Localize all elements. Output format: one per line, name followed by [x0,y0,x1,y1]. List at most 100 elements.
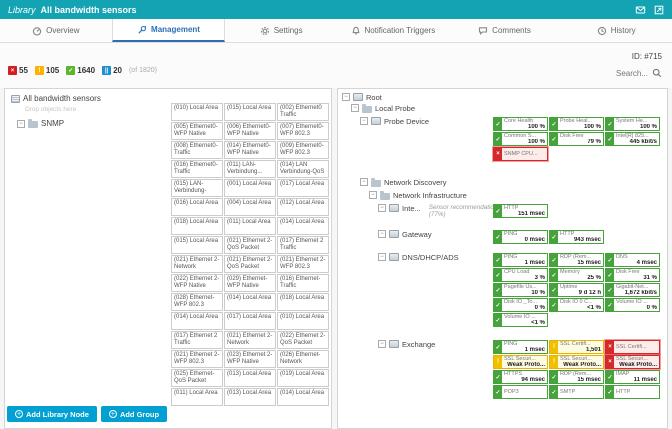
sensor-chip[interactable]: ✓ Disk IO 0 C... <1 % [549,298,604,312]
library-sensor-item[interactable]: (017) Local Area [277,179,329,197]
library-sensor-item[interactable]: (014) Local Area [277,388,329,406]
library-sensor-item[interactable]: (010) Local Area [277,312,329,330]
library-sensor-item[interactable]: (006) Ethernet0-WFP Native [224,122,276,140]
library-sensor-item[interactable]: (022) Ethernet 2-QoS Packet [277,331,329,349]
collapse-icon[interactable]: − [360,117,368,125]
sensor-chip[interactable]: ✓ Volume IO ... 0 % [605,298,660,312]
collapse-icon[interactable]: − [360,178,368,186]
tab-settings[interactable]: Settings [225,19,337,42]
search-input[interactable] [578,68,648,78]
library-sensor-item[interactable]: (016) Ethernet-Traffic [277,274,329,292]
library-sensor-item[interactable]: (002) Ethernet0 Traffic [277,103,329,121]
library-sensor-item[interactable]: (028) Ethernet-WFP 802.3 [171,293,223,311]
library-sensor-item[interactable]: (026) Ethernet-Network [277,350,329,368]
sensor-chip[interactable]: ! SSL Securi... Weak Proto... [549,355,604,369]
library-sensor-item[interactable]: (013) Local Area [224,369,276,387]
tree-node-label[interactable]: − Root [340,93,665,102]
sensor-chip[interactable]: ✓ PING 1 msec [493,253,548,267]
sensor-chip[interactable]: ✓ Probe Heal... 100 % [549,117,604,131]
sensor-chip[interactable]: ! SSL Securi... Weak Proto... [493,355,548,369]
add-library-node-button[interactable]: + Add Library Node [7,406,97,422]
library-sensor-item[interactable]: (015) Local Area [171,236,223,254]
library-sensor-item[interactable]: (015) Local Area [224,103,276,121]
sensor-chip[interactable]: ✓ Memory 25 % [549,268,604,282]
library-sensor-item[interactable]: (010) Local Area [171,103,223,121]
library-sensor-item[interactable]: (021) Ethernet 2-QoS Packet [224,255,276,273]
tree-node-label[interactable]: − Network Discovery [340,178,665,187]
sensor-chip[interactable]: ✓ Disk Free 31 % [605,268,660,282]
library-sensor-item[interactable]: (021) Ethernet 2-WFP 802.3 [171,350,223,368]
library-sensor-item[interactable]: (014) Ethernet0-WFP Native [224,141,276,159]
library-sensor-item[interactable]: (011) Local Area [224,217,276,235]
library-sensor-item[interactable]: (001) Local Area [224,179,276,197]
sensor-chip[interactable]: ✓ Common S... 100 % [493,132,548,146]
library-sensor-item[interactable]: (015) LAN-Verbindung- [171,179,223,197]
library-sensor-item[interactable]: (014) Local Area [277,217,329,235]
collapse-icon[interactable]: − [342,93,350,101]
library-root-node[interactable]: All bandwidth sensors [11,94,331,103]
mail-icon[interactable] [635,5,646,15]
library-sensor-item[interactable]: (018) Local Area [277,293,329,311]
library-sensor-item[interactable]: (018) Local Area [171,217,223,235]
library-sensor-item[interactable]: (017) Ethernet 2 Traffic [277,236,329,254]
library-sensor-item[interactable]: (004) Local Area [224,198,276,216]
sensor-chip[interactable]: ✓ Disk Free 79 % [549,132,604,146]
collapse-icon[interactable]: − [378,340,386,348]
sensor-chip[interactable]: ✓ Gigabit-Net... 1,672 kbit/s [605,283,660,297]
status-count-paused[interactable]: || 20 [102,66,122,75]
collapse-icon[interactable]: − [378,204,386,212]
tab-history[interactable]: History [560,19,672,42]
library-sensor-item[interactable]: (021) Ethernet 2-QoS Packet [224,236,276,254]
sensor-chip[interactable]: ✓ HTTP [605,385,660,399]
add-group-button[interactable]: + Add Group [100,406,168,422]
sensor-chip[interactable]: ✓ IMAP 11 msec [605,370,660,384]
library-sensor-item[interactable]: (014) LAN Verbindung-QoS [277,160,329,178]
library-sensor-item[interactable]: (022) Ethernet 2-WFP Native [171,274,223,292]
sensor-chip[interactable]: ✓ HTTP 151 msec [493,204,548,218]
library-sensor-item[interactable]: (016) Local Area [171,198,223,216]
sensor-chip[interactable]: ✓ RDP (Rem... 15 msec [549,253,604,267]
status-count-warning[interactable]: ! 105 [34,66,59,75]
library-sensor-item[interactable]: (019) Local Area [277,369,329,387]
sensor-chip[interactable]: ✓ System He... 100 % [605,117,660,131]
sensor-chip[interactable]: ✓ Volume IO ... <1 % [493,313,548,327]
sensor-chip[interactable]: ✓ Uptime 9 d 12 h [549,283,604,297]
status-count-down[interactable]: × 55 [8,66,28,75]
sensor-chip[interactable]: ✓ CPU Load 3 % [493,268,548,282]
sensor-chip[interactable]: ✓ DNS 4 msec [605,253,660,267]
collapse-icon[interactable]: − [378,253,386,261]
library-sensor-item[interactable]: (008) Ethernet0-Traffic [171,141,223,159]
library-sensor-item[interactable]: (017) Local Area [224,312,276,330]
sensor-chip[interactable]: ✓ HTTP 943 msec [549,230,604,244]
sensor-chip[interactable]: ✓ SMTP [549,385,604,399]
collapse-icon[interactable]: − [17,119,25,128]
open-window-icon[interactable] [654,5,664,15]
sensor-chip[interactable]: ✓ Disk IO _To... 0 % [493,298,548,312]
collapse-icon[interactable]: − [369,191,377,199]
sensor-chip[interactable]: ✓ POP3 [493,385,548,399]
sensor-chip[interactable]: ✓ Intel[R] 825... 445 kbit/s [605,132,660,146]
library-sensor-item[interactable]: (021) Ethernet 2-WFP 802.3 [277,255,329,273]
library-sensor-item[interactable]: (011) Local Area [171,388,223,406]
sensor-chip[interactable]: ✓ RDP (Rem... 15 msec [549,370,604,384]
library-sensor-item[interactable]: (005) Ethernet0-WFP Native [171,122,223,140]
library-sensor-item[interactable]: (009) Ethernet0-WFP 802.3 [277,141,329,159]
sensor-chip[interactable]: ! SSL Certifi... 1,501 [549,340,604,354]
library-sensor-item[interactable]: (014) Local Area [171,312,223,330]
sensor-chip[interactable]: ✓ HTTPS 94 msec [493,370,548,384]
tab-management[interactable]: Management [111,19,226,42]
sensor-chip[interactable]: × SNMP CPU... [493,147,548,161]
sensor-chip[interactable]: ✓ PING 0 msec [493,230,548,244]
library-sensor-item[interactable]: (021) Ethernet 2-Network [224,331,276,349]
sensor-chip[interactable]: × SSL Certifi... [605,340,660,354]
sensor-chip[interactable]: ✓ Core Health 100 % [493,117,548,131]
tab-notification-triggers[interactable]: Notification Triggers [337,19,449,42]
library-sensor-item[interactable]: (021) Ethernet 2-Network [171,255,223,273]
library-sensor-item[interactable]: (007) Ethernet0-WFP 802.3 [277,122,329,140]
collapse-icon[interactable]: − [351,104,359,112]
tree-node-label[interactable]: − Local Probe [340,104,665,113]
library-sensor-item[interactable]: (011) LAN-Verbindung... [224,160,276,178]
library-sensor-item[interactable]: (016) Ethernet0-Traffic [171,160,223,178]
tab-comments[interactable]: Comments [449,19,561,42]
sensor-chip[interactable]: ✓ Pagefile Us... 10 % [493,283,548,297]
